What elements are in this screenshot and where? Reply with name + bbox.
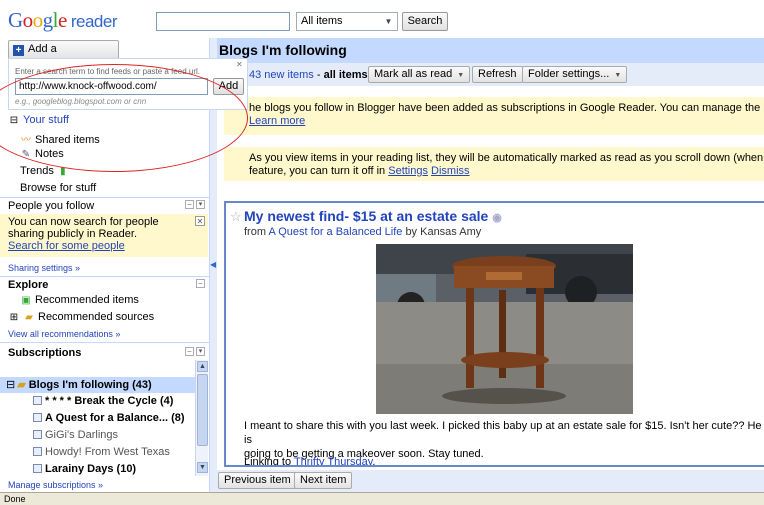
auto-read-notice: As you view items in your reading list, …	[224, 147, 764, 181]
manage-subscriptions-link[interactable]: Manage subscriptions »	[8, 480, 103, 490]
entry-source: from A Quest for a Balanced Life by Kans…	[244, 226, 482, 238]
chevron-down-icon[interactable]: ▾	[196, 200, 205, 209]
feed-icon	[33, 396, 42, 405]
mark-all-read-button[interactable]: Mark all as read ▼	[368, 66, 471, 83]
refresh-button[interactable]: Refresh	[472, 66, 523, 83]
entry-title[interactable]: My newest find- $15 at an estate sale ◉	[244, 208, 502, 224]
all-items-label[interactable]: all items	[324, 69, 368, 81]
scroll-up-icon[interactable]: ▲	[197, 361, 208, 372]
recommended-items-icon: ▣	[21, 295, 31, 306]
feed-url-input[interactable]: http://www.knock-offwood.com/	[15, 78, 208, 95]
top-bar: Google reader All items ▼ Search	[0, 0, 764, 38]
minimize-icon[interactable]: –	[196, 279, 205, 288]
entry-body: I meant to share this with you last week…	[244, 420, 762, 460]
previous-item-button[interactable]: Previous item	[218, 472, 297, 489]
collapse-icon[interactable]: ⊟	[6, 379, 15, 391]
minimize-icon[interactable]: –	[185, 347, 194, 356]
settings-link[interactable]: Settings	[388, 165, 428, 177]
folder-icon: ▰	[25, 312, 33, 323]
collapse-icon[interactable]: ⊟	[8, 115, 20, 126]
popup-example: e.g., googleblog.blogspot.com or cnn	[15, 97, 147, 106]
blogger-notice: he blogs you follow in Blogger have been…	[224, 97, 764, 135]
sidebar: +Add a subscription Enter a search term …	[0, 38, 248, 492]
add-subscription-button[interactable]: +Add a subscription	[8, 40, 119, 72]
new-items-link[interactable]: 43 new items	[249, 69, 314, 81]
trends-chart-icon: ▮	[60, 166, 66, 177]
feed-icon	[33, 464, 42, 473]
item-filter: 43 new items - all items	[249, 69, 368, 81]
search-button[interactable]: Search	[402, 12, 448, 31]
explore-header: Explore –	[0, 276, 209, 293]
popup-hint: Enter a search term to find feeds or pas…	[15, 67, 200, 76]
subscriptions-header: Subscriptions – ▾	[0, 342, 209, 364]
feed-item[interactable]: Larainy Days (10)	[33, 463, 136, 475]
search-people-link[interactable]: Search for some people	[8, 240, 200, 252]
search-scope-select[interactable]: All items ▼	[296, 12, 398, 31]
folder-settings-button[interactable]: Folder settings... ▼	[522, 66, 628, 83]
main-pane: Blogs I'm following 43 new items - all i…	[217, 38, 764, 492]
close-icon[interactable]: ✕	[195, 216, 205, 226]
browser-status-bar: Done	[0, 492, 764, 505]
feed-item[interactable]: GiGi's Darlings	[33, 429, 118, 441]
feed-entry[interactable]: ☆ My newest find- $15 at an estate sale …	[224, 201, 764, 467]
feed-item[interactable]: A Quest for a Balance... (8)	[33, 412, 185, 424]
sidebar-item-notes[interactable]: ✎ Notes	[20, 148, 64, 160]
shared-items-icon: 〰	[21, 135, 31, 146]
chevron-left-icon: ◀	[210, 260, 217, 269]
scrollbar-thumb[interactable]	[197, 374, 208, 446]
google-reader-logo[interactable]: Google reader	[8, 8, 117, 33]
entry-linking-line: Linking to Thrifty Thursday.	[244, 456, 376, 467]
chevron-down-icon: ▼	[614, 72, 622, 79]
status-text: Done	[4, 494, 26, 504]
view-recommendations-link[interactable]: View all recommendations »	[8, 329, 120, 339]
folder-blogs-following[interactable]: ⊟ ▰ Blogs I'm following (43)	[0, 377, 195, 393]
dismiss-link[interactable]: Dismiss	[431, 165, 470, 177]
plus-icon: +	[13, 45, 24, 56]
feed-icon	[33, 447, 42, 456]
toolbar: 43 new items - all items Mark all as rea…	[217, 63, 764, 86]
star-icon[interactable]: ☆	[230, 209, 242, 225]
feed-item[interactable]: * * * * Break the Cycle (4)	[33, 395, 173, 407]
folder-icon: ▰	[17, 379, 26, 391]
page-title: Blogs I'm following	[219, 42, 347, 58]
sidebar-item-your-stuff[interactable]: ⊟ Your stuff	[8, 114, 69, 126]
scroll-down-icon[interactable]: ▼	[197, 462, 208, 473]
sidebar-item-recommended-sources[interactable]: ⊞ ▰ Recommended sources	[8, 311, 154, 323]
feed-icon	[33, 430, 42, 439]
sharing-settings-link[interactable]: Sharing settings »	[8, 263, 80, 273]
thrifty-thursday-link[interactable]: Thrifty Thursday	[294, 456, 372, 465]
people-you-follow-header: People you follow – ▾	[0, 197, 209, 214]
entry-photo-side-table	[376, 244, 633, 414]
external-link-icon[interactable]: ◉	[492, 212, 502, 224]
feed-item[interactable]: Howdy! From West Texas	[33, 446, 170, 458]
sidebar-item-browse[interactable]: Browse for stuff	[20, 182, 96, 194]
feed-icon	[33, 413, 42, 422]
search-input[interactable]	[156, 12, 290, 31]
source-link[interactable]: A Quest for a Balanced Life	[268, 226, 402, 238]
add-subscription-popup: Enter a search term to find feeds or pas…	[8, 58, 248, 110]
chevron-down-icon: ▼	[384, 17, 393, 26]
product-name: reader	[70, 12, 118, 31]
chevron-down-icon[interactable]: ▾	[196, 347, 205, 356]
minimize-icon[interactable]: –	[185, 200, 194, 209]
item-navigation-bar: Previous item Next item	[217, 470, 764, 492]
chevron-down-icon[interactable]: ▼	[457, 68, 464, 83]
sidebar-item-shared-items[interactable]: 〰 Shared items	[20, 131, 100, 146]
learn-more-link[interactable]: Learn more	[249, 115, 764, 128]
people-search-notice: You can now search for people sharing pu…	[0, 214, 208, 257]
notes-icon: ✎	[21, 149, 31, 160]
add-feed-button[interactable]: Add	[213, 78, 244, 95]
subscriptions-scrollbar[interactable]: ▲ ▼	[195, 360, 208, 476]
sidebar-item-trends[interactable]: Trends ▮	[20, 165, 72, 177]
sidebar-item-recommended-items[interactable]: ▣ Recommended items	[20, 294, 139, 306]
expand-icon[interactable]: ⊞	[8, 312, 20, 323]
title-bar: Blogs I'm following	[217, 38, 764, 63]
next-item-button[interactable]: Next item	[294, 472, 353, 489]
side-table-photo-illustration	[376, 244, 633, 414]
close-icon[interactable]: ✕	[236, 61, 244, 69]
subscriptions-list: ⊟ ▰ Blogs I'm following (43) * * * * Break…	[0, 375, 208, 478]
